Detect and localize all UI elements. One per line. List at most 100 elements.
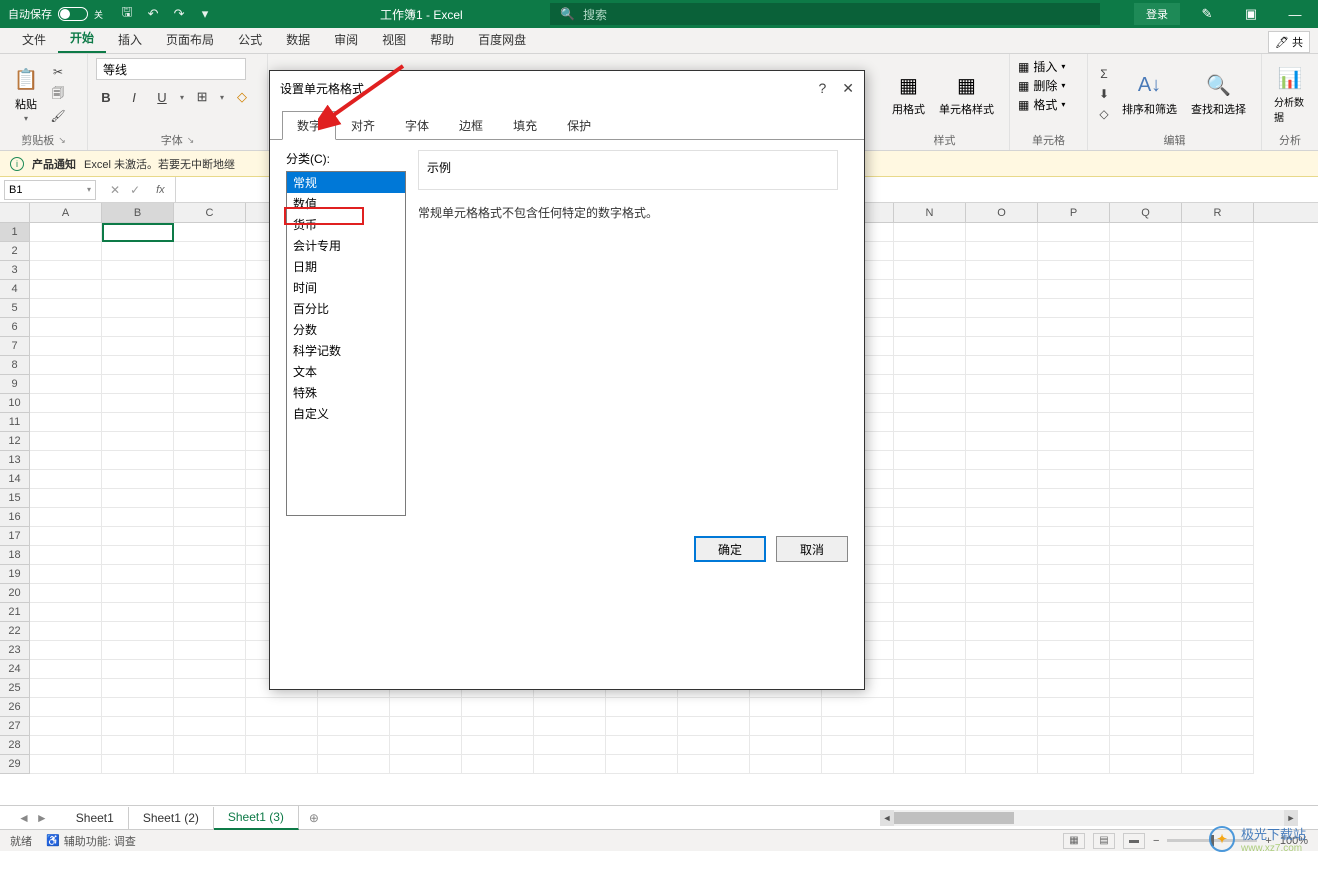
cell[interactable]	[1182, 242, 1254, 261]
cell[interactable]	[534, 698, 606, 717]
row-header[interactable]: 26	[0, 698, 29, 717]
row-header[interactable]: 24	[0, 660, 29, 679]
scroll-left-icon[interactable]: ◄	[880, 810, 894, 826]
cell[interactable]	[30, 660, 102, 679]
cell[interactable]	[678, 755, 750, 774]
cell[interactable]	[246, 698, 318, 717]
cell[interactable]	[174, 337, 246, 356]
chevron-down-icon[interactable]: ▾	[220, 93, 224, 102]
insert-button[interactable]: ▦插入▾	[1018, 58, 1065, 75]
cell[interactable]	[966, 394, 1038, 413]
cell[interactable]	[1038, 584, 1110, 603]
cell[interactable]	[606, 698, 678, 717]
cell[interactable]	[30, 679, 102, 698]
cell[interactable]	[894, 356, 966, 375]
column-header[interactable]: O	[966, 203, 1038, 222]
cell[interactable]	[390, 736, 462, 755]
cell[interactable]	[822, 698, 894, 717]
row-header[interactable]: 15	[0, 489, 29, 508]
cell[interactable]	[102, 223, 174, 242]
cell[interactable]	[1038, 318, 1110, 337]
cell[interactable]	[966, 736, 1038, 755]
cell[interactable]	[894, 565, 966, 584]
cell[interactable]	[966, 603, 1038, 622]
cell[interactable]	[678, 717, 750, 736]
row-header[interactable]: 16	[0, 508, 29, 527]
cell[interactable]	[1182, 261, 1254, 280]
cell[interactable]	[1110, 546, 1182, 565]
category-item[interactable]: 科学记数	[287, 340, 405, 361]
column-header[interactable]: B	[102, 203, 174, 222]
cell[interactable]	[1182, 432, 1254, 451]
cell[interactable]	[1182, 527, 1254, 546]
cell[interactable]	[30, 489, 102, 508]
cell[interactable]	[1038, 546, 1110, 565]
sheet-tab[interactable]: Sheet1	[62, 807, 129, 829]
cell[interactable]	[1110, 660, 1182, 679]
ribbon-display-icon[interactable]: ▣	[1234, 3, 1268, 25]
cell[interactable]	[534, 755, 606, 774]
cell[interactable]	[1038, 356, 1110, 375]
cell[interactable]	[966, 584, 1038, 603]
save-icon[interactable]: 🖫	[119, 6, 135, 22]
cell[interactable]	[1038, 508, 1110, 527]
italic-button[interactable]: I	[124, 88, 144, 106]
dtab-protection[interactable]: 保护	[552, 111, 606, 140]
cell[interactable]	[102, 375, 174, 394]
cell[interactable]	[318, 736, 390, 755]
cell[interactable]	[1038, 223, 1110, 242]
cell[interactable]	[1182, 318, 1254, 337]
cell[interactable]	[894, 641, 966, 660]
format-button[interactable]: ▦格式▾	[1018, 96, 1065, 113]
cell[interactable]	[1110, 508, 1182, 527]
row-header[interactable]: 27	[0, 717, 29, 736]
format-as-table-button[interactable]: ▦ 用格式	[888, 69, 929, 119]
category-item[interactable]: 百分比	[287, 298, 405, 319]
cell[interactable]	[750, 717, 822, 736]
cell[interactable]	[462, 736, 534, 755]
category-item[interactable]: 时间	[287, 277, 405, 298]
cell[interactable]	[1110, 717, 1182, 736]
cell[interactable]	[102, 242, 174, 261]
category-item[interactable]: 特殊	[287, 382, 405, 403]
cell[interactable]	[102, 717, 174, 736]
cell[interactable]	[1038, 641, 1110, 660]
cell[interactable]	[1182, 451, 1254, 470]
cell[interactable]	[1110, 698, 1182, 717]
tab-baidu[interactable]: 百度网盘	[466, 26, 538, 53]
cell[interactable]	[894, 546, 966, 565]
search-box[interactable]: 🔍 搜索	[550, 3, 1100, 25]
cell[interactable]	[30, 299, 102, 318]
row-header[interactable]: 21	[0, 603, 29, 622]
cell[interactable]	[606, 717, 678, 736]
cell[interactable]	[1110, 603, 1182, 622]
row-header[interactable]: 9	[0, 375, 29, 394]
cell[interactable]	[102, 489, 174, 508]
cell[interactable]	[1110, 356, 1182, 375]
cell[interactable]	[966, 261, 1038, 280]
cell[interactable]	[894, 717, 966, 736]
cell[interactable]	[174, 451, 246, 470]
enter-formula-icon[interactable]: ✓	[130, 183, 140, 197]
cell[interactable]	[966, 660, 1038, 679]
cell[interactable]	[390, 717, 462, 736]
cell[interactable]	[102, 413, 174, 432]
cell[interactable]	[1182, 755, 1254, 774]
cell[interactable]	[102, 565, 174, 584]
tab-home[interactable]: 开始	[58, 24, 106, 53]
cell[interactable]	[102, 584, 174, 603]
cell[interactable]	[894, 280, 966, 299]
cell[interactable]	[1038, 413, 1110, 432]
cell[interactable]	[1110, 584, 1182, 603]
cell[interactable]	[1110, 299, 1182, 318]
cell[interactable]	[1110, 280, 1182, 299]
category-listbox[interactable]: 常规数值货币会计专用日期时间百分比分数科学记数文本特殊自定义	[286, 171, 406, 516]
cell[interactable]	[102, 394, 174, 413]
cell[interactable]	[966, 432, 1038, 451]
row-header[interactable]: 5	[0, 299, 29, 318]
cancel-button[interactable]: 取消	[776, 536, 848, 562]
row-header[interactable]: 1	[0, 223, 29, 242]
tab-file[interactable]: 文件	[10, 26, 58, 53]
cell[interactable]	[1110, 375, 1182, 394]
cell[interactable]	[30, 413, 102, 432]
